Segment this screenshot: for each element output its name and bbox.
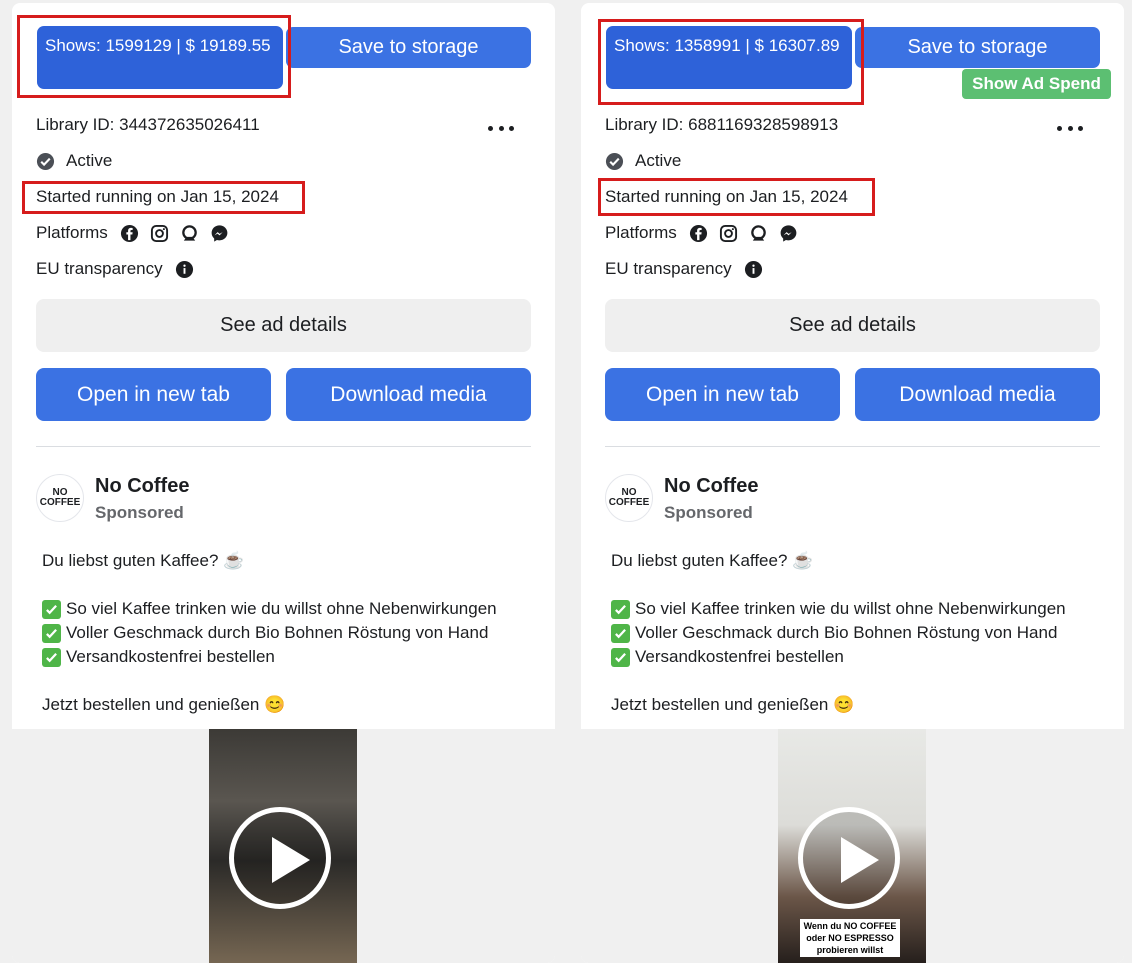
check-mark-icon — [611, 623, 630, 643]
platforms-row: Platforms — [36, 222, 229, 244]
info-icon[interactable] — [744, 260, 763, 279]
messenger-icon — [210, 224, 229, 243]
more-options-icon[interactable] — [488, 120, 514, 136]
library-id: Library ID: 6881169328598913 — [605, 115, 839, 134]
page-name[interactable]: No Coffee — [95, 475, 189, 498]
bullet-item: So viel Kaffee trinken wie du willst ohn… — [42, 597, 547, 621]
check-mark-icon — [611, 647, 630, 667]
download-media-button[interactable]: Download media — [286, 368, 531, 421]
play-icon[interactable] — [798, 807, 900, 909]
bullet-text: Versandkostenfrei bestellen — [66, 647, 275, 666]
see-ad-details-button[interactable]: See ad details — [36, 299, 531, 352]
bullet-text: Versandkostenfrei bestellen — [635, 647, 844, 666]
eu-transparency-row: EU transparency — [36, 258, 194, 280]
bullet-item: Versandkostenfrei bestellen — [611, 645, 1116, 669]
see-ad-details-button[interactable]: See ad details — [605, 299, 1100, 352]
shows-button[interactable]: Shows: 1599129 | $ 19189.55 — [37, 26, 283, 89]
facebook-icon — [120, 224, 139, 243]
avatar-logo-line2: COFFEE — [608, 497, 650, 508]
status-row: Active — [36, 150, 112, 172]
messenger-icon — [779, 224, 798, 243]
bullet-text: Voller Geschmack durch Bio Bohnen Röstun… — [635, 623, 1058, 642]
check-circle-icon — [36, 152, 55, 171]
instagram-icon — [719, 224, 738, 243]
ad-card-1: Shows: 1599129 | $ 19189.55 Save to stor… — [12, 3, 555, 963]
check-circle-icon — [605, 152, 624, 171]
info-icon[interactable] — [175, 260, 194, 279]
audience-network-icon — [749, 224, 768, 243]
sponsored-label: Sponsored — [664, 503, 753, 522]
eu-transparency-row: EU transparency — [605, 258, 763, 280]
more-options-icon[interactable] — [1057, 120, 1083, 136]
eu-transparency-label: EU transparency — [36, 259, 163, 278]
body-cta: Jetzt bestellen und genießen 😊 — [42, 695, 286, 714]
ad-body-text: Du liebst guten Kaffee? ☕ So viel Kaffee… — [42, 549, 547, 717]
instagram-icon — [150, 224, 169, 243]
bullet-item: Versandkostenfrei bestellen — [42, 645, 547, 669]
page-avatar[interactable]: NO COFFEE — [605, 474, 653, 522]
check-mark-icon — [42, 647, 61, 667]
body-cta: Jetzt bestellen und genießen 😊 — [611, 695, 855, 714]
save-to-storage-button[interactable]: Save to storage — [855, 27, 1100, 68]
video-thumbnail[interactable]: Wenn du NO COFFEE oder NO ESPRESSO probi… — [778, 729, 926, 963]
facebook-icon — [689, 224, 708, 243]
audience-network-icon — [180, 224, 199, 243]
shows-button[interactable]: Shows: 1358991 | $ 16307.89 — [606, 26, 852, 89]
show-ad-spend-button[interactable]: Show Ad Spend — [962, 69, 1111, 99]
download-media-button[interactable]: Download media — [855, 368, 1100, 421]
play-icon[interactable] — [229, 807, 331, 909]
divider — [36, 446, 531, 447]
platforms-label: Platforms — [36, 223, 108, 242]
ad-body-text: Du liebst guten Kaffee? ☕ So viel Kaffee… — [611, 549, 1116, 717]
eu-transparency-label: EU transparency — [605, 259, 732, 278]
divider — [605, 446, 1100, 447]
sponsored-label: Sponsored — [95, 503, 184, 522]
bullet-item: Voller Geschmack durch Bio Bohnen Röstun… — [611, 621, 1116, 645]
ad-media: Wenn du NO COFFEE oder NO ESPRESSO probi… — [581, 729, 1124, 963]
platforms-label: Platforms — [605, 223, 677, 242]
open-in-new-tab-button[interactable]: Open in new tab — [36, 368, 271, 421]
save-to-storage-button[interactable]: Save to storage — [286, 27, 531, 68]
bullet-text: Voller Geschmack durch Bio Bohnen Röstun… — [66, 623, 489, 642]
page-name[interactable]: No Coffee — [664, 475, 758, 498]
open-in-new-tab-button[interactable]: Open in new tab — [605, 368, 840, 421]
library-id: Library ID: 344372635026411 — [36, 115, 260, 134]
body-intro: Du liebst guten Kaffee? ☕ — [611, 551, 814, 570]
check-mark-icon — [611, 599, 630, 619]
page-avatar[interactable]: NO COFFEE — [36, 474, 84, 522]
status-text: Active — [66, 151, 113, 170]
bullet-text: So viel Kaffee trinken wie du willst ohn… — [635, 599, 1066, 618]
check-mark-icon — [42, 599, 61, 619]
bullet-item: Voller Geschmack durch Bio Bohnen Röstun… — [42, 621, 547, 645]
platforms-row: Platforms — [605, 222, 798, 244]
body-intro: Du liebst guten Kaffee? ☕ — [42, 551, 245, 570]
bullet-item: So viel Kaffee trinken wie du willst ohn… — [611, 597, 1116, 621]
ad-media — [12, 729, 555, 963]
video-thumbnail[interactable] — [209, 729, 357, 963]
started-running: Started running on Jan 15, 2024 — [605, 187, 848, 206]
ad-card-2: Shows: 1358991 | $ 16307.89 Save to stor… — [581, 3, 1124, 963]
bullet-text: So viel Kaffee trinken wie du willst ohn… — [66, 599, 497, 618]
status-row: Active — [605, 150, 681, 172]
video-caption: Wenn du NO COFFEE oder NO ESPRESSO probi… — [800, 919, 900, 957]
started-running: Started running on Jan 15, 2024 — [36, 187, 279, 206]
status-text: Active — [635, 151, 682, 170]
avatar-logo-line2: COFFEE — [39, 497, 81, 508]
check-mark-icon — [42, 623, 61, 643]
